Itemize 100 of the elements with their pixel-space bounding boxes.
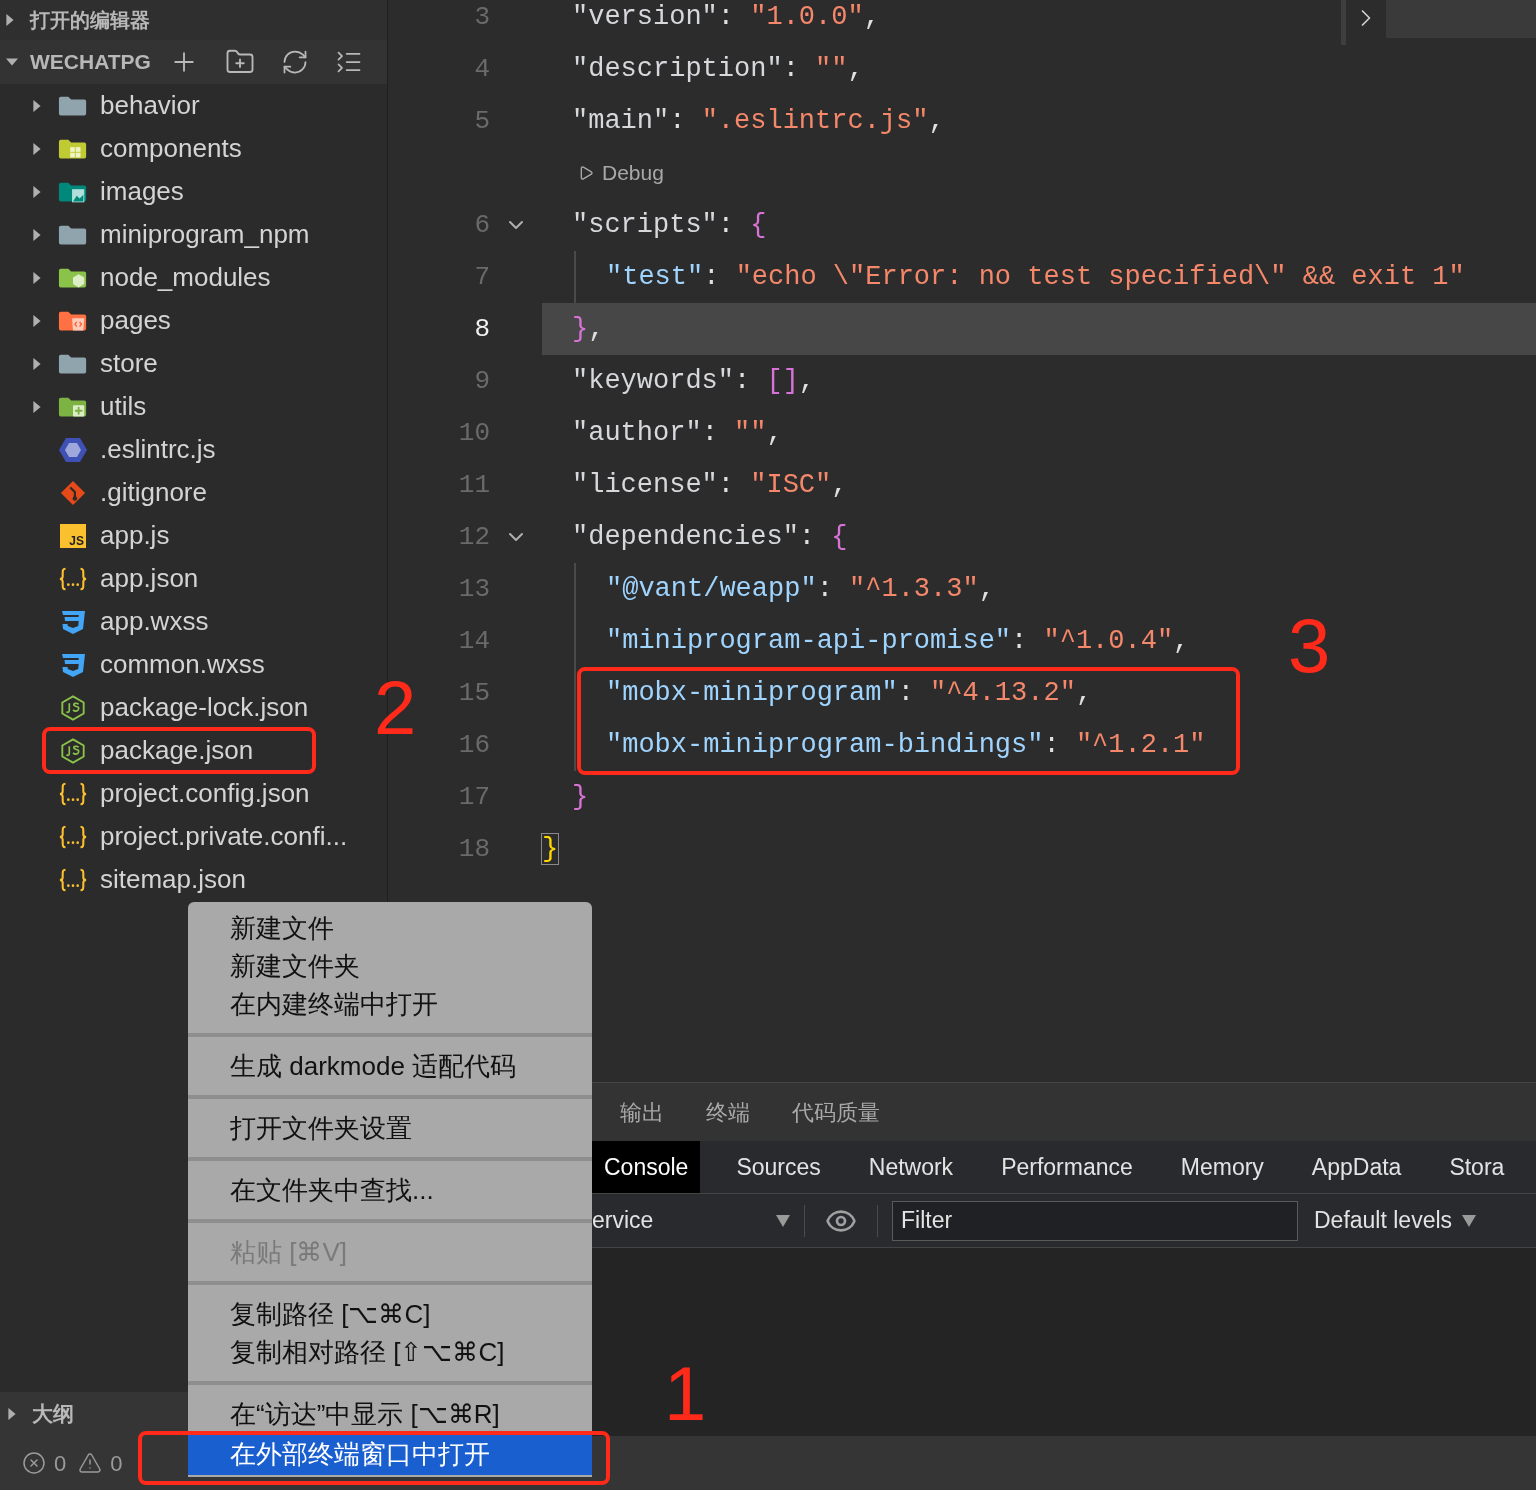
devtools-tab[interactable]: Console bbox=[592, 1141, 701, 1193]
code-line: "mobx-miniprogram-bindings": "^1.2.1" bbox=[606, 728, 1206, 762]
line-number: 18 bbox=[457, 832, 490, 866]
code-line: }, bbox=[572, 312, 605, 346]
line-number: 15 bbox=[457, 676, 490, 710]
annotation-number: 2 bbox=[374, 670, 417, 746]
dropdown-triangle-icon bbox=[776, 1214, 790, 1227]
file-name[interactable]: project.config.json bbox=[100, 774, 310, 813]
line-number: 4 bbox=[473, 52, 490, 86]
file-name[interactable]: app.wxss bbox=[100, 602, 209, 641]
file-name[interactable]: app.js bbox=[100, 516, 170, 555]
collapsed-arrow-icon[interactable] bbox=[31, 142, 43, 155]
collapsed-arrow-icon[interactable] bbox=[31, 357, 43, 370]
devtools-tab[interactable]: Memory bbox=[1168, 1141, 1276, 1193]
line-number: 9 bbox=[473, 364, 490, 398]
collapsed-arrow-icon[interactable] bbox=[6, 1408, 18, 1420]
menu-item[interactable]: 生成 darkmode 适配代码 bbox=[188, 1047, 592, 1085]
hexagon-icon bbox=[58, 737, 88, 764]
warning-icon[interactable] bbox=[78, 1451, 103, 1475]
play-icon bbox=[578, 165, 594, 181]
code-line: } bbox=[542, 832, 559, 866]
section-title[interactable]: 大纲 bbox=[32, 1398, 74, 1430]
menu-item[interactable]: 复制路径 [⌥⌘C] bbox=[188, 1295, 592, 1333]
collapsed-arrow-icon[interactable] bbox=[31, 185, 43, 198]
menu-item[interactable]: 复制相对路径 [⇧⌥⌘C] bbox=[188, 1333, 592, 1371]
collapsed-arrow-icon[interactable] bbox=[4, 14, 16, 26]
line-number: 13 bbox=[457, 572, 490, 606]
line-number: 17 bbox=[457, 780, 490, 814]
menu-item[interactable]: 打开文件夹设置 bbox=[188, 1109, 592, 1147]
line-number: 3 bbox=[473, 0, 490, 34]
devtools-tab[interactable]: Sources bbox=[724, 1141, 833, 1193]
file-name[interactable]: .eslintrc.js bbox=[100, 430, 216, 469]
warning-count: 0 bbox=[110, 1449, 123, 1478]
annotation-number: 1 bbox=[664, 1356, 707, 1432]
line-number: 11 bbox=[457, 468, 490, 502]
folder-name[interactable]: pages bbox=[100, 301, 171, 340]
code-line: "description": "", bbox=[572, 52, 864, 86]
collapsed-arrow-icon[interactable] bbox=[31, 400, 43, 413]
devtools-tab[interactable]: Network bbox=[856, 1141, 966, 1193]
braces-icon bbox=[58, 565, 88, 592]
debug-link[interactable]: Debug bbox=[578, 157, 664, 189]
devtools-tab[interactable]: AppData bbox=[1299, 1141, 1414, 1193]
code-line: "mobx-miniprogram": "^4.13.2", bbox=[606, 676, 1093, 710]
filter-field[interactable]: Filter bbox=[892, 1200, 1298, 1241]
menu-item[interactable]: 在内建终端中打开 bbox=[188, 985, 592, 1023]
js-file-icon: JS bbox=[60, 523, 86, 548]
dropdown-triangle-icon bbox=[1462, 1214, 1477, 1227]
code-line: "license": "ISC", bbox=[572, 468, 848, 502]
line-number: 8 bbox=[473, 312, 490, 346]
folder-name[interactable]: utils bbox=[100, 387, 147, 426]
file-name[interactable]: package.json bbox=[100, 731, 254, 770]
file-name[interactable]: .gitignore bbox=[100, 473, 207, 512]
panel-tab[interactable]: 终端 bbox=[706, 1095, 750, 1129]
file-name[interactable]: app.json bbox=[100, 559, 199, 598]
panel-tab[interactable]: 输出 bbox=[620, 1095, 664, 1129]
line-number: 14 bbox=[457, 624, 490, 658]
code-line: } bbox=[572, 780, 589, 814]
annotation-number: 3 bbox=[1288, 608, 1331, 684]
collapsed-arrow-icon[interactable] bbox=[31, 314, 43, 327]
folder-name[interactable]: node_modules bbox=[100, 258, 271, 297]
braces-icon bbox=[58, 866, 88, 893]
devtools-tab[interactable]: Performance bbox=[989, 1141, 1145, 1193]
context-dropdown[interactable]: ervice bbox=[592, 1203, 804, 1238]
menu-item[interactable]: 在“访达”中显示 [⌥⌘R] bbox=[188, 1395, 592, 1433]
code-line: "dependencies": { bbox=[572, 520, 848, 554]
braces-icon bbox=[58, 823, 88, 850]
git-icon bbox=[58, 479, 88, 506]
line-number: 6 bbox=[473, 208, 490, 242]
menu-item[interactable]: 在文件夹中查找... bbox=[188, 1171, 592, 1209]
code-line: "main": ".eslintrc.js", bbox=[572, 104, 945, 138]
panel-tab[interactable]: 代码质量 bbox=[792, 1095, 880, 1129]
folder-name[interactable]: components bbox=[100, 129, 242, 168]
line-number: 16 bbox=[457, 728, 490, 762]
code-line: "version": "1.0.0", bbox=[572, 0, 880, 34]
folder-name[interactable]: behavior bbox=[100, 86, 200, 125]
collapsed-arrow-icon[interactable] bbox=[31, 228, 43, 241]
error-count: 0 bbox=[54, 1449, 67, 1478]
levels-dropdown[interactable]: Default levels bbox=[1314, 1203, 1477, 1238]
menu-item[interactable]: 新建文件夹 bbox=[188, 947, 592, 985]
line-number: 10 bbox=[457, 416, 490, 450]
code-line: "test": "echo \"Error: no test specified\" && exit 1" bbox=[606, 260, 1465, 294]
file-name[interactable]: sitemap.json bbox=[100, 860, 246, 899]
file-name[interactable]: common.wxss bbox=[100, 645, 265, 684]
collapsed-arrow-icon[interactable] bbox=[31, 271, 43, 284]
line-number: 12 bbox=[457, 520, 490, 554]
error-icon[interactable] bbox=[22, 1451, 46, 1475]
devtools-tab[interactable]: Stora bbox=[1437, 1141, 1517, 1193]
line-number: 5 bbox=[473, 104, 490, 138]
expanded-arrow-icon[interactable] bbox=[6, 56, 18, 68]
menu-item[interactable]: 新建文件 bbox=[188, 909, 592, 947]
folder-name[interactable]: images bbox=[100, 172, 184, 211]
folder-name[interactable]: miniprogram_npm bbox=[100, 215, 310, 254]
code-line: "keywords": [], bbox=[572, 364, 816, 398]
file-name[interactable]: project.private.confi... bbox=[100, 817, 348, 856]
line-number: 7 bbox=[473, 260, 490, 294]
file-name[interactable]: package-lock.json bbox=[100, 688, 309, 727]
collapsed-arrow-icon[interactable] bbox=[31, 99, 43, 112]
code-line: "miniprogram-api-promise": "^1.0.4", bbox=[606, 624, 1190, 658]
folder-name[interactable]: store bbox=[100, 344, 158, 383]
menu-item[interactable]: 在外部终端窗口中打开 bbox=[188, 1433, 592, 1475]
